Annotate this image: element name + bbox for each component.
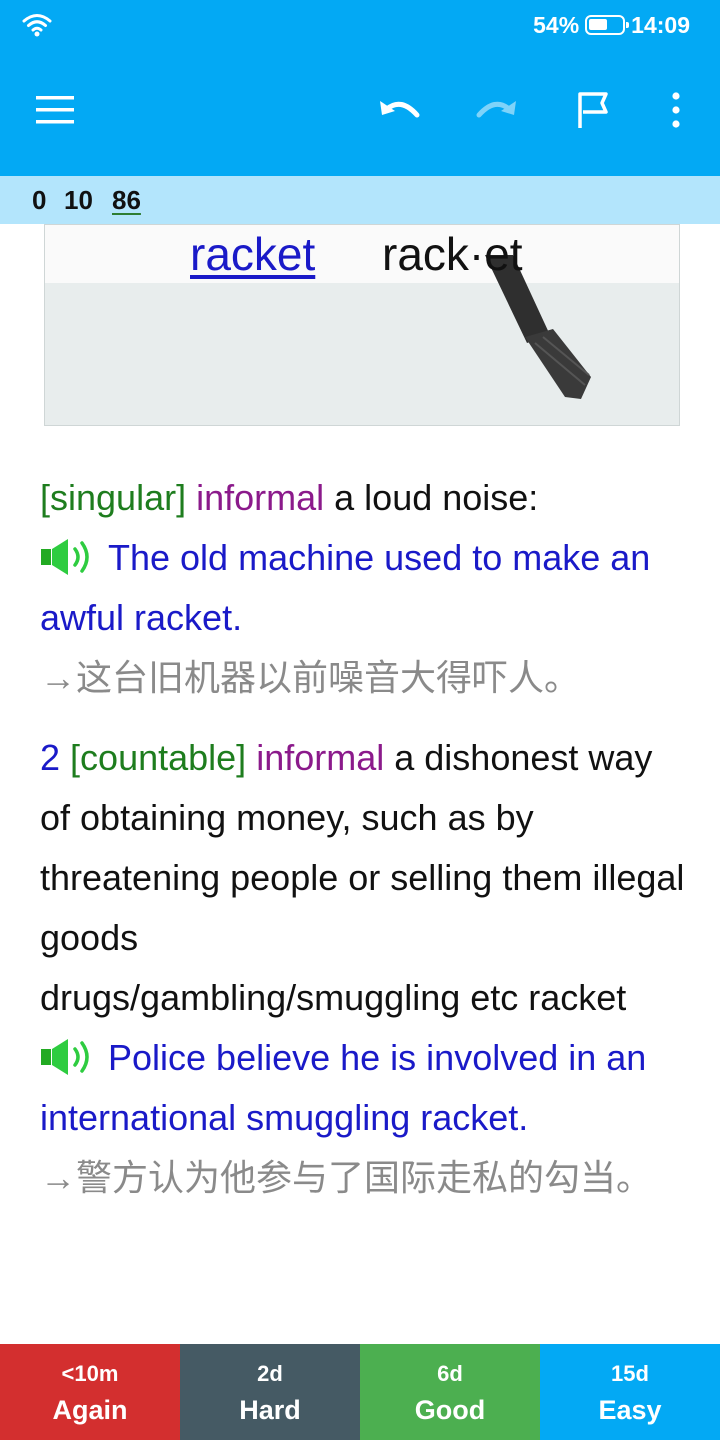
toolbar xyxy=(0,52,720,176)
speaker-icon[interactable] xyxy=(40,537,100,577)
example-sentence: Police believe he is involved in an inte… xyxy=(40,1037,647,1138)
example-sentence: The old machine used to make an awful ra… xyxy=(40,537,651,638)
flag-button[interactable] xyxy=(566,82,622,138)
learning-count: 10 xyxy=(64,185,93,215)
redo-icon xyxy=(476,101,516,118)
easy-label: Easy xyxy=(598,1395,662,1425)
translation-text: →警方认为他参与了国际走私的勾当。 xyxy=(40,1157,653,1198)
new-count: 0 xyxy=(32,185,47,215)
menu-button[interactable] xyxy=(28,82,84,138)
card-content: [singular] informal a loud noise: The ol… xyxy=(40,468,690,1208)
good-label: Good xyxy=(414,1395,486,1425)
status-right: 54% 14:09 xyxy=(533,10,690,40)
redo-button[interactable] xyxy=(468,82,524,138)
easy-interval: 15d xyxy=(611,1361,649,1386)
hard-button[interactable]: 2d Hard xyxy=(180,1344,360,1440)
undo-button[interactable] xyxy=(372,82,428,138)
register-label: informal xyxy=(196,477,325,518)
good-button[interactable]: 6d Good xyxy=(360,1344,540,1440)
definition-text: a loud noise: xyxy=(334,477,539,518)
undo-icon xyxy=(380,101,420,118)
again-button[interactable]: <10m Again xyxy=(0,1344,180,1440)
headword-link[interactable]: racket xyxy=(190,227,315,281)
sense-number: 2 xyxy=(40,737,61,778)
status-bar: 54% 14:09 xyxy=(0,0,720,52)
hard-interval: 2d xyxy=(257,1361,283,1386)
answer-buttons: <10m Again 2d Hard 6d Good 15d Easy xyxy=(0,1344,720,1440)
flag-icon xyxy=(578,92,608,128)
hamburger-menu-icon xyxy=(36,96,74,124)
review-count: 86 xyxy=(112,185,141,215)
sense-2: 2 [countable] informal a dishonest way o… xyxy=(40,728,690,1208)
translation-text: →这台旧机器以前噪音大得吓人。 xyxy=(40,657,581,698)
hard-label: Hard xyxy=(239,1395,301,1425)
easy-button[interactable]: 15d Easy xyxy=(540,1344,720,1440)
good-interval: 6d xyxy=(437,1361,463,1386)
sense-1: [singular] informal a loud noise: The ol… xyxy=(40,468,690,708)
more-vertical-icon xyxy=(672,92,680,128)
racket-handle-image xyxy=(485,255,591,399)
word-illustration: racket rack·et xyxy=(44,224,680,426)
collocation-text: drugs/gambling/smuggling etc racket xyxy=(40,977,627,1018)
battery-percent: 54% xyxy=(533,11,580,38)
again-interval: <10m xyxy=(61,1361,119,1386)
register-label: informal xyxy=(256,737,385,778)
battery-icon xyxy=(585,15,630,35)
speaker-icon[interactable] xyxy=(40,1037,100,1077)
again-label: Again xyxy=(52,1395,128,1425)
wifi-icon xyxy=(22,14,52,37)
clock: 14:09 xyxy=(631,11,690,38)
pronunciation: rack·et xyxy=(382,228,523,280)
grammar-label: [countable] xyxy=(70,737,247,778)
card-counts-bar: 0 10 86 xyxy=(0,176,720,224)
more-options-button[interactable] xyxy=(648,82,704,138)
grammar-label: [singular] xyxy=(40,477,187,518)
